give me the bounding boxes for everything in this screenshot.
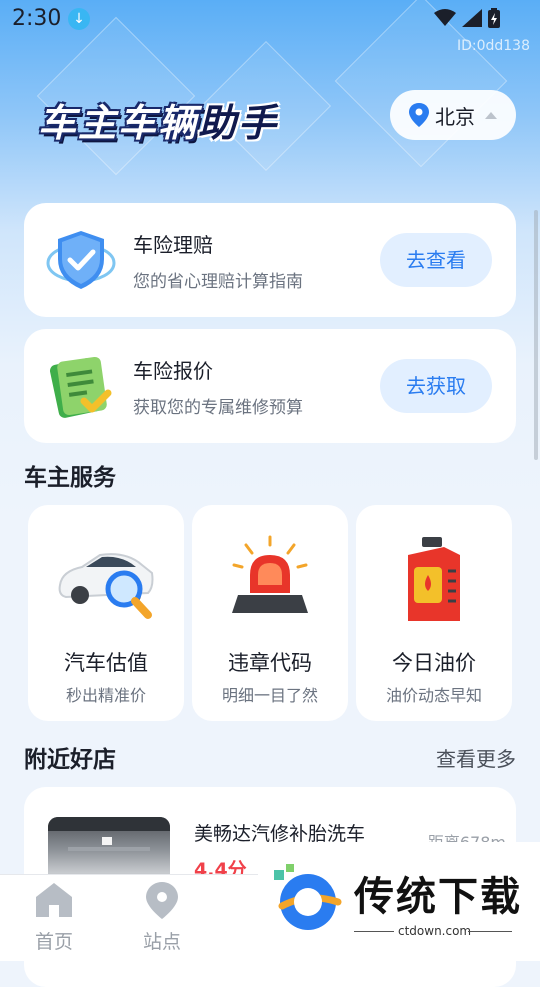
insurance-quote-card[interactable]: 车险报价 获取您的专属维修预算 去获取: [24, 329, 516, 443]
service-title: 今日油价: [392, 651, 476, 675]
oil-can-icon: [408, 537, 460, 621]
service-violation-codes[interactable]: 违章代码 明细一目了然: [192, 505, 348, 721]
battery-icon: [488, 8, 500, 28]
service-subtitle: 油价动态早知: [385, 686, 482, 705]
watermark-url: ctdown.com: [398, 924, 472, 938]
view-button[interactable]: 去查看: [380, 233, 492, 287]
status-icons: [434, 8, 500, 28]
card-subtitle: 获取您的专属维修预算: [133, 398, 303, 418]
location-icon: [409, 103, 429, 127]
section-title-nearby: 附近好店: [24, 747, 116, 773]
tab-home[interactable]: 首页: [14, 881, 94, 954]
wifi-icon: [434, 9, 456, 26]
tab-label: 站点: [142, 931, 181, 953]
service-car-valuation[interactable]: 汽车估值 秒出精准价: [28, 505, 184, 721]
status-bar: 2:30 ↓: [0, 0, 540, 40]
card-title: 车险报价: [133, 359, 213, 383]
shield-check-icon: [46, 231, 116, 289]
service-subtitle: 秒出精准价: [65, 686, 146, 705]
caret-up-icon: [485, 111, 497, 119]
service-title: 汽车估值: [64, 651, 148, 675]
section-title-services: 车主服务: [24, 465, 116, 491]
app-title-part2: 助手: [198, 101, 279, 145]
app-title: 车主车辆助手: [38, 92, 278, 147]
car-magnifier-icon: [58, 553, 154, 619]
insurance-claim-card[interactable]: 车险理赔 您的省心理赔计算指南 去查看: [24, 203, 516, 317]
watermark-divider: [468, 931, 512, 932]
tab-label: 首页: [34, 931, 73, 953]
download-icon: ↓: [68, 8, 90, 30]
signal-icon: [462, 9, 482, 27]
card-title: 车险理赔: [133, 233, 213, 257]
get-button[interactable]: 去获取: [380, 359, 492, 413]
status-time: 2:30: [12, 6, 62, 31]
scrollbar[interactable]: [534, 210, 538, 460]
home-icon: [36, 883, 72, 917]
service-oil-price[interactable]: 今日油价 油价动态早知: [356, 505, 512, 721]
watermark-orbit-icon: [274, 864, 342, 930]
city-name: 北京: [435, 104, 475, 129]
city-selector[interactable]: 北京: [390, 90, 516, 140]
tab-stations[interactable]: 站点: [122, 881, 202, 954]
view-more-link[interactable]: 查看更多: [436, 743, 516, 772]
watermark-divider: [354, 931, 394, 932]
document-check-icon: [49, 356, 112, 418]
device-id-text: ID:0dd138: [456, 38, 530, 54]
watermark-logo: 传统下载 ctdown.com: [258, 842, 540, 960]
service-title: 违章代码: [228, 651, 312, 675]
location-pin-icon: [146, 882, 178, 919]
siren-icon: [232, 535, 308, 613]
card-subtitle: 您的省心理赔计算指南: [133, 272, 303, 292]
app-title-part1: 车主车辆: [38, 101, 199, 145]
service-subtitle: 明细一目了然: [221, 686, 318, 705]
watermark-brand: 传统下载: [354, 874, 522, 920]
